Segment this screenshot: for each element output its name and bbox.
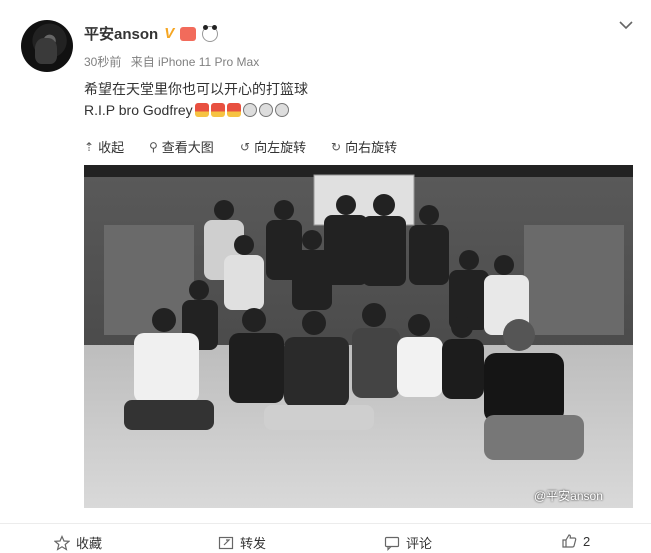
group-photo-image (84, 165, 633, 508)
star-icon (54, 534, 70, 551)
repost-label: 转发 (240, 536, 267, 551)
rotate-right-label: 向右旋转 (345, 140, 398, 155)
favorite-button[interactable]: 收藏 (54, 533, 102, 552)
weibo-post-card: 平安anson V 30秒前 来自 iPhone 11 Pro Max 希望在天… (0, 0, 651, 552)
photo-watermark: @平安anson (534, 489, 603, 503)
chevron-down-icon[interactable] (617, 16, 635, 34)
crying-emoji-icon (274, 103, 289, 117)
post-time[interactable]: 30秒前 (84, 55, 121, 69)
rotate-left-button[interactable]: ↺ 向左旋转 (240, 137, 306, 156)
view-large-button[interactable]: ⚲ 查看大图 (149, 137, 214, 156)
like-button[interactable]: 2 (561, 533, 590, 549)
rotate-right-button[interactable]: ↻ 向右旋转 (331, 137, 397, 156)
panda-badge-icon (202, 24, 219, 42)
candle-emoji-icon (226, 103, 241, 117)
comment-button[interactable]: 评论 (384, 533, 432, 552)
image-toolbar: ⇡ 收起 ⚲ 查看大图 ↺ 向左旋转 ↻ 向右旋转 (0, 129, 651, 162)
post-photo[interactable]: @平安anson (84, 165, 633, 508)
favorite-label: 收藏 (76, 536, 103, 551)
like-count: 2 (583, 533, 591, 549)
thumb-up-icon (562, 534, 577, 548)
magnify-icon: ⚲ (149, 139, 158, 154)
post-source: 来自 iPhone 11 Pro Max (130, 55, 260, 69)
rotate-left-icon: ↺ (240, 139, 251, 154)
username[interactable]: 平安anson (84, 23, 158, 44)
avatar[interactable] (21, 20, 73, 72)
collapse-button[interactable]: ⇡ 收起 (84, 137, 124, 156)
comment-icon (384, 536, 400, 551)
candle-emoji-icon (194, 103, 209, 117)
post-meta: 30秒前 来自 iPhone 11 Pro Max (84, 53, 259, 70)
crying-emoji-icon (258, 103, 273, 117)
rotate-right-icon: ↻ (331, 139, 342, 154)
post-text-rip: R.I.P bro Godfrey (84, 102, 193, 118)
rotate-left-label: 向左旋转 (254, 140, 307, 155)
post-text-line1: 希望在天堂里你也可以开心的打篮球 (84, 81, 308, 97)
member-badge-icon (180, 26, 197, 41)
candle-emoji-icon (210, 103, 225, 117)
action-bar: 收藏 转发 评论 2 (0, 523, 651, 553)
repost-button[interactable]: 转发 (218, 533, 266, 552)
crying-emoji-icon (242, 103, 257, 117)
view-large-label: 查看大图 (161, 140, 214, 155)
collapse-label: 收起 (98, 140, 125, 155)
collapse-icon: ⇡ (84, 139, 95, 154)
repost-icon (218, 536, 234, 549)
comment-label: 评论 (406, 536, 433, 551)
post-header: 平安anson V (84, 23, 219, 44)
post-text-line2: R.I.P bro Godfrey (84, 102, 289, 118)
verified-badge-icon: V (164, 25, 175, 42)
